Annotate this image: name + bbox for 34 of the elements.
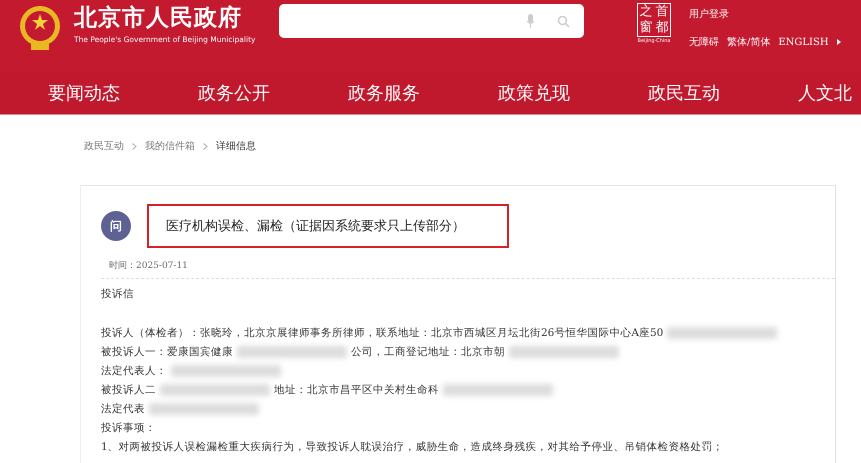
- letter-text: 被投诉人二: [101, 382, 156, 396]
- nav-item[interactable]: 政策兑现: [498, 72, 570, 114]
- breadcrumb-link[interactable]: 我的信件箱: [145, 139, 195, 153]
- breadcrumb-link[interactable]: 政民互动: [84, 139, 124, 153]
- letter-text: 投诉人（体检者）：张晓玲，北京京展律师事务所律师，联系地址：北京市西城区月坛北街26号恒华国际中心A座50: [101, 326, 664, 340]
- nav-item[interactable]: 要闻动态: [48, 72, 120, 114]
- letter-text: 法定代表人：: [101, 364, 167, 378]
- letter-text: 法定代表: [101, 402, 145, 416]
- microphone-icon[interactable]: [526, 14, 535, 28]
- search-icon[interactable]: [557, 14, 570, 28]
- letter-text: 被投诉人一：爱康国宾健康: [101, 344, 233, 358]
- breadcrumb-link[interactable]: 详细信息: [216, 139, 256, 153]
- chevron-icon: [132, 142, 137, 150]
- nav-item[interactable]: 人文北: [798, 72, 852, 114]
- letter-text: 地址：北京市昌平区中关村生命科: [274, 382, 439, 396]
- header-link[interactable]: ENGLISH: [778, 36, 829, 48]
- nav-item[interactable]: 政民互动: [648, 72, 720, 114]
- nav-item[interactable]: 政务公开: [198, 72, 270, 114]
- site-title: 北京市人民政府: [74, 4, 243, 33]
- letter-text: 1、对两被投诉人误检漏检重大疾病行为，导致投诉人耽误治疗，威胁生命，造成终身残疾，对其给予停业、吊销体检资格处罚；: [101, 440, 724, 454]
- chevron-icon: [203, 142, 208, 150]
- question-badge: 问: [101, 211, 131, 241]
- search-field[interactable]: [279, 4, 584, 38]
- header-link[interactable]: 无障碍: [689, 35, 719, 49]
- caret-icon: [836, 39, 841, 45]
- letter-text: 投诉事项：: [101, 420, 156, 434]
- letter-heading: 投诉信: [101, 287, 135, 301]
- nav-item[interactable]: 政务服务: [348, 72, 420, 114]
- letter-title: 医疗机构误检、漏检（证据因系统要求只上传部分）: [147, 204, 509, 248]
- login-link[interactable]: 用户登录: [689, 7, 841, 21]
- letter-time: 时间：2025-07-11: [109, 260, 189, 272]
- letter-text: 公司，工商登记地址：北京市朝: [351, 344, 505, 358]
- header-link[interactable]: 繁体/简体: [727, 35, 770, 49]
- emblem-icon: [18, 4, 62, 52]
